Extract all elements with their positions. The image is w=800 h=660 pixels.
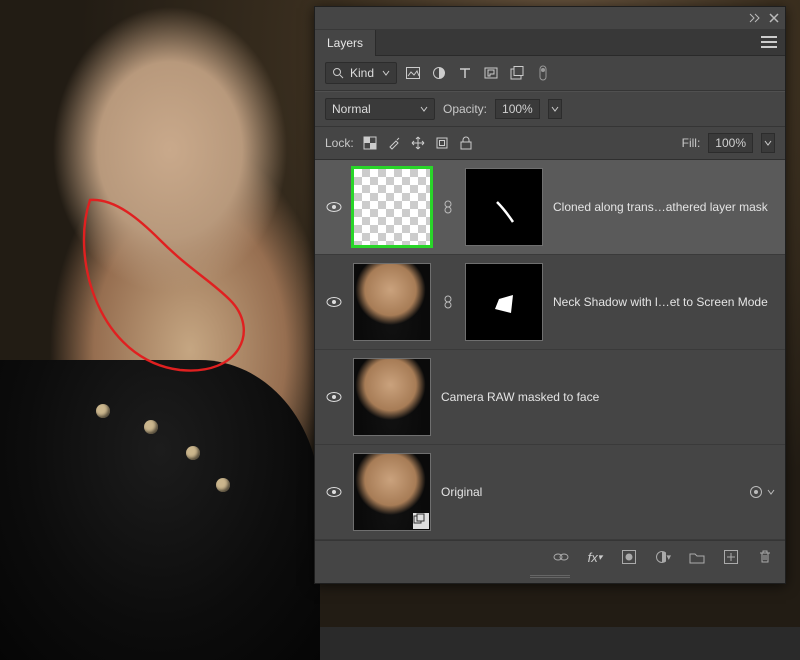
- panel-menu-icon[interactable]: [753, 32, 785, 52]
- mask-link-icon[interactable]: [441, 200, 455, 214]
- smartobject-filter-icon[interactable]: [509, 65, 525, 81]
- opacity-label: Opacity:: [443, 102, 487, 116]
- lock-label: Lock:: [325, 136, 354, 150]
- mask-thumbnail[interactable]: [465, 168, 543, 246]
- panel-resize-handle[interactable]: [315, 575, 785, 583]
- close-icon[interactable]: [769, 13, 779, 23]
- type-filter-icon[interactable]: [457, 65, 473, 81]
- blend-mode-value: Normal: [332, 102, 371, 116]
- tab-layers[interactable]: Layers: [315, 30, 376, 56]
- filter-icons: [405, 65, 551, 81]
- lock-fill-bar: Lock: Fill: 100%: [315, 127, 785, 160]
- new-group-icon[interactable]: [689, 549, 705, 565]
- visibility-toggle[interactable]: [325, 198, 343, 216]
- lock-transparency-icon[interactable]: [362, 135, 378, 151]
- blend-opacity-bar: Normal Opacity: 100%: [315, 91, 785, 127]
- panel-grip[interactable]: [315, 7, 785, 29]
- layer-row[interactable]: Neck Shadow with l…et to Screen Mode: [315, 255, 785, 350]
- visibility-toggle[interactable]: [325, 293, 343, 311]
- shape-filter-icon[interactable]: [483, 65, 499, 81]
- fill-chevron[interactable]: [761, 133, 775, 153]
- layer-thumbnail[interactable]: [353, 168, 431, 246]
- fx-circle-icon: [749, 485, 763, 499]
- layer-effects-indicator[interactable]: [749, 485, 775, 499]
- lock-artboard-icon[interactable]: [434, 135, 450, 151]
- lock-icons: [362, 135, 474, 151]
- opacity-value[interactable]: 100%: [495, 99, 540, 119]
- link-layers-icon[interactable]: [553, 549, 569, 565]
- new-layer-icon[interactable]: [723, 549, 739, 565]
- chevron-down-icon: [420, 105, 428, 113]
- mask-thumbnail[interactable]: [465, 263, 543, 341]
- visibility-toggle[interactable]: [325, 483, 343, 501]
- filter-toggle-icon[interactable]: [535, 65, 551, 81]
- opacity-chevron[interactable]: [548, 99, 562, 119]
- layer-row[interactable]: Cloned along trans…athered layer mask: [315, 160, 785, 255]
- adjustment-filter-icon[interactable]: [431, 65, 447, 81]
- layer-thumbnail[interactable]: [353, 263, 431, 341]
- layers-list: Cloned along trans…athered layer mask Ne…: [315, 160, 785, 540]
- adjustment-layer-icon[interactable]: ▾: [655, 549, 671, 565]
- layer-name[interactable]: Neck Shadow with l…et to Screen Mode: [553, 295, 775, 309]
- fill-value[interactable]: 100%: [708, 133, 753, 153]
- trash-icon[interactable]: [757, 549, 773, 565]
- search-icon: [332, 67, 344, 79]
- panel-footer: fx▾ ▾: [315, 540, 785, 575]
- visibility-toggle[interactable]: [325, 388, 343, 406]
- filter-type-dropdown[interactable]: Kind: [325, 62, 397, 84]
- layers-panel: Layers Kind Normal Opacity: 100%: [314, 6, 786, 584]
- chevron-down-icon: [767, 488, 775, 496]
- fx-icon[interactable]: fx▾: [587, 549, 603, 565]
- layer-row[interactable]: Original: [315, 445, 785, 540]
- layer-row[interactable]: Camera RAW masked to face: [315, 350, 785, 445]
- panel-tabs: Layers: [315, 29, 785, 56]
- blend-mode-dropdown[interactable]: Normal: [325, 98, 435, 120]
- lock-brush-icon[interactable]: [386, 135, 402, 151]
- add-mask-icon[interactable]: [621, 549, 637, 565]
- chevron-down-icon: [382, 69, 390, 77]
- layer-name[interactable]: Camera RAW masked to face: [441, 390, 775, 404]
- smartobject-badge: [413, 513, 429, 529]
- layer-name[interactable]: Original: [441, 485, 739, 499]
- layer-name[interactable]: Cloned along trans…athered layer mask: [553, 200, 775, 214]
- layer-thumbnail[interactable]: [353, 358, 431, 436]
- lock-all-icon[interactable]: [458, 135, 474, 151]
- fill-label: Fill:: [682, 136, 701, 150]
- layer-filter-bar: Kind: [315, 56, 785, 91]
- image-filter-icon[interactable]: [405, 65, 421, 81]
- mask-link-icon[interactable]: [441, 295, 455, 309]
- filter-type-label: Kind: [350, 66, 374, 80]
- collapse-icon[interactable]: [749, 13, 761, 23]
- lock-move-icon[interactable]: [410, 135, 426, 151]
